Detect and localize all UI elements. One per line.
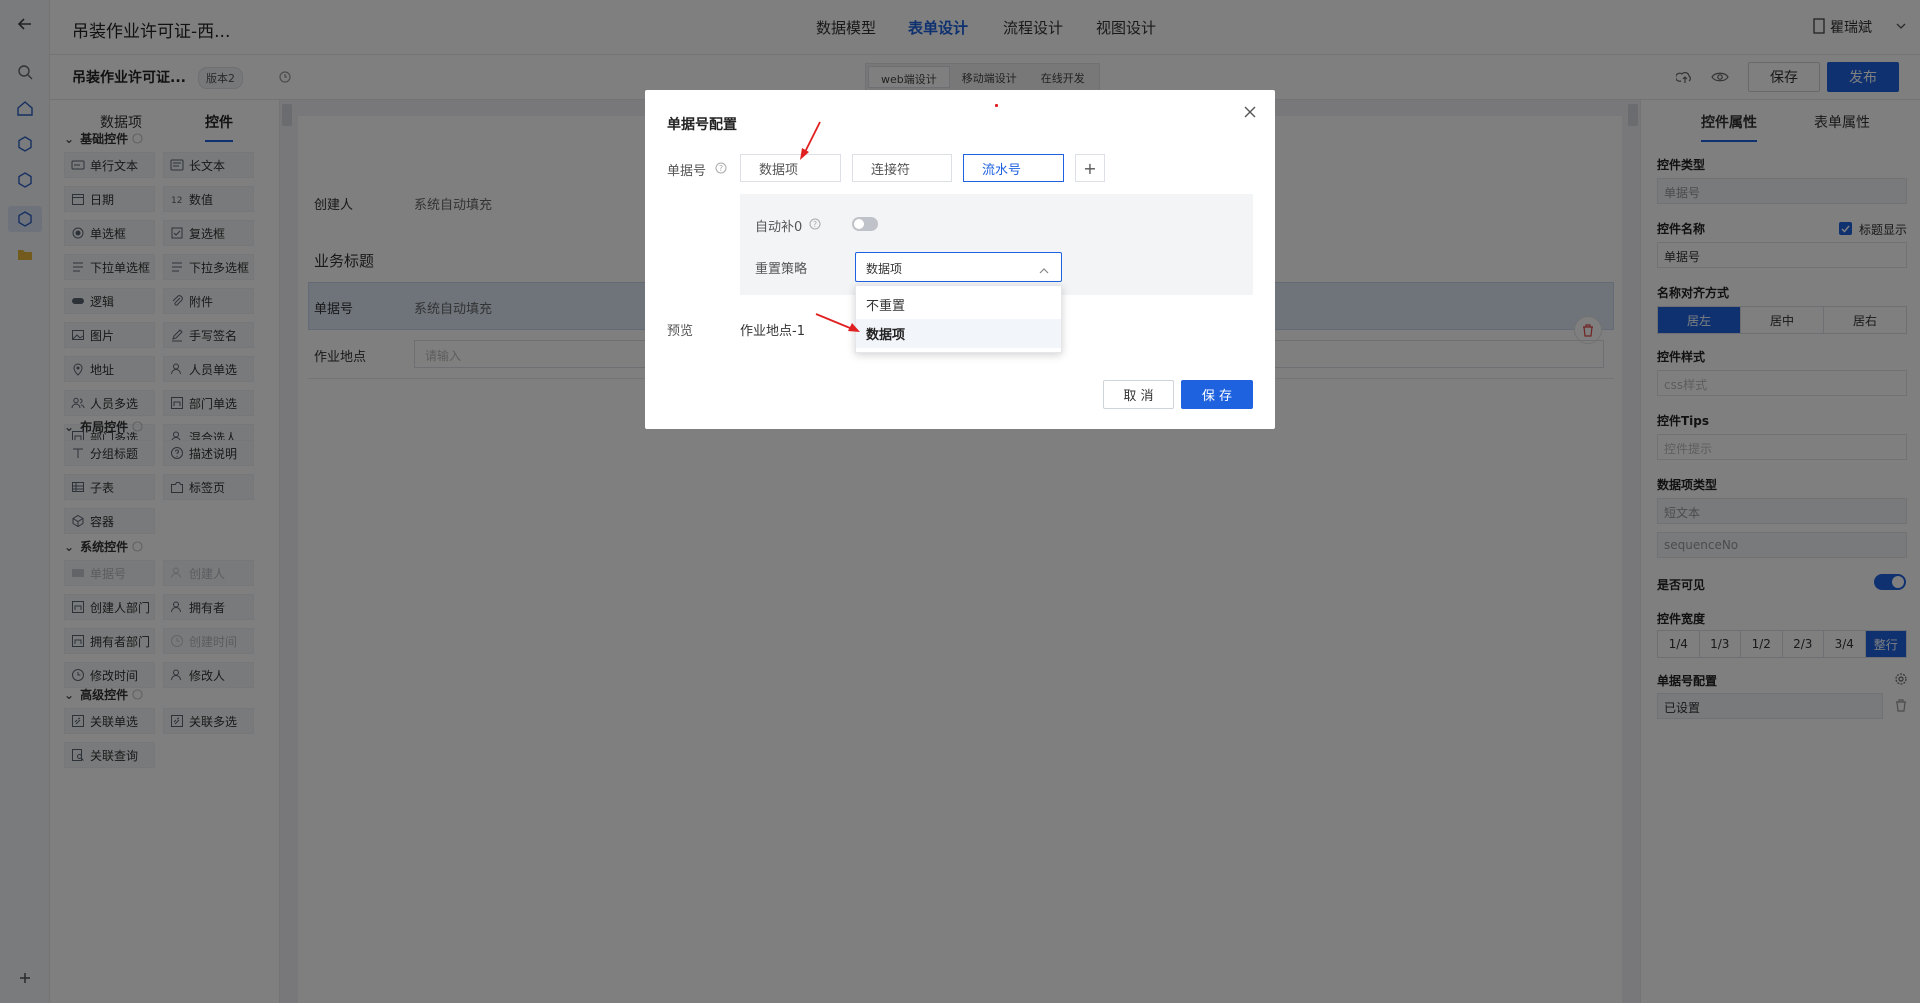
reset-strategy-label: 重置策略 (755, 262, 808, 277)
chip-connector[interactable]: 连接符 (852, 154, 952, 182)
cancel-button[interactable]: 取 消 (1103, 380, 1174, 409)
annotation-arrow-icon (800, 121, 821, 160)
chip-serial-no[interactable]: 流水号 (963, 154, 1064, 182)
zero-pad-toggle[interactable] (852, 217, 878, 231)
reset-strategy-dropdown: 不重置 数据项 (855, 285, 1062, 353)
chevron-up-icon[interactable] (1039, 263, 1049, 278)
annotation-arrow-icon (815, 313, 860, 332)
help-icon: ? (809, 218, 821, 234)
reset-strategy-select[interactable]: 数据项 (855, 252, 1062, 282)
annotation-dot (995, 104, 998, 107)
option-data-item[interactable]: 数据项 (856, 319, 1061, 348)
add-chip-button[interactable]: + (1075, 154, 1105, 182)
zero-pad-label: 自动补0 (755, 220, 803, 235)
help-icon: ? (715, 162, 727, 178)
svg-text:?: ? (813, 220, 817, 229)
preview-label: 预览 (667, 324, 694, 339)
dialog-title: 单据号配置 (667, 117, 737, 133)
preview-value: 作业地点-1 (740, 324, 805, 339)
svg-text:?: ? (719, 164, 723, 173)
dialog-save-button[interactable]: 保 存 (1181, 380, 1253, 409)
docno-config-dialog: 单据号配置 单据号 ? 数据项 连接符 流水号 + 自动补0 ? 重置策略 数据… (645, 90, 1275, 429)
reset-strategy-value: 数据项 (866, 262, 903, 276)
docno-label: 单据号 (667, 164, 707, 179)
close-icon[interactable] (1244, 106, 1256, 122)
option-no-reset[interactable]: 不重置 (856, 290, 1061, 319)
